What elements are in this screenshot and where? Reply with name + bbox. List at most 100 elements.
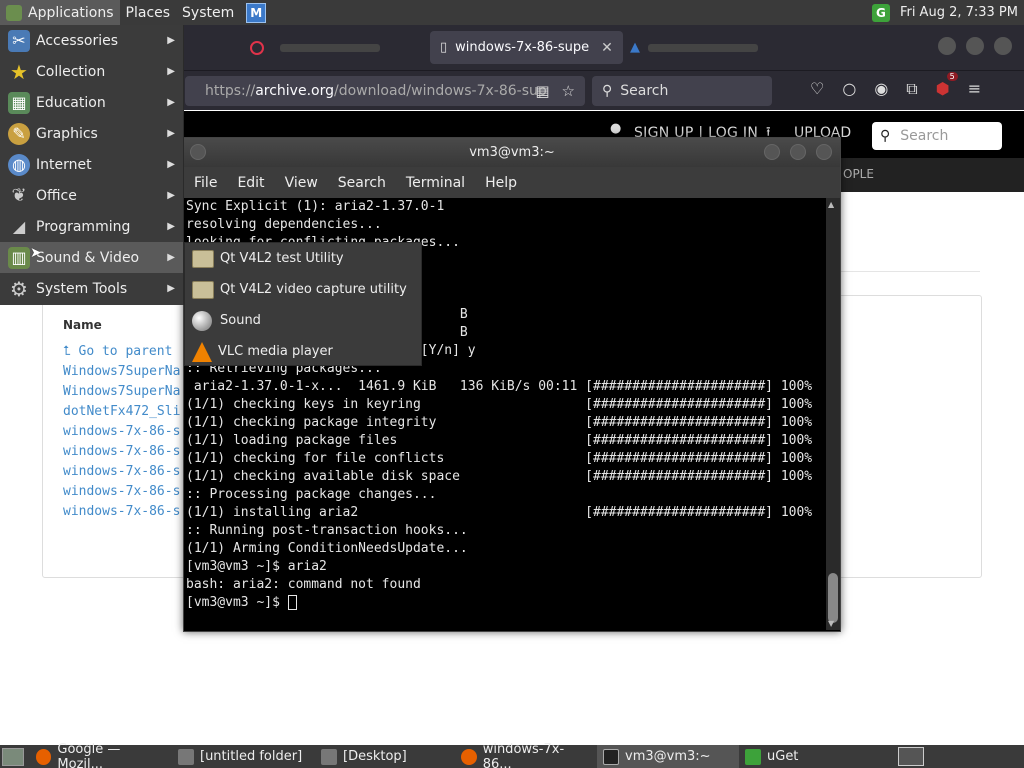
browser-tab-3[interactable]: ▲	[620, 31, 768, 64]
list-item[interactable]: windows-7x-86-s	[63, 462, 180, 482]
list-item[interactable]: dotNetFx472_Sli	[63, 402, 180, 422]
chevron-right-icon: ▶	[167, 190, 175, 201]
hamburger-menu-icon[interactable]: ≡	[968, 79, 981, 99]
menu-item-programming[interactable]: ◢ Programming ▶	[0, 211, 183, 242]
parent-link[interactable]: ⮤ Go to parent	[63, 342, 180, 362]
uget-tray-icon[interactable]: G	[871, 3, 890, 22]
list-item[interactable]: windows-7x-86-s	[63, 482, 180, 502]
terminal-icon	[603, 748, 619, 765]
terminal-line: [vm3@vm3 ~]$ aria2	[186, 559, 327, 574]
terminal-line: :: Processing package changes...	[186, 487, 437, 502]
tab-label: windows-7x-86-supe	[455, 40, 590, 55]
taskbar-item-desktop[interactable]: [Desktop]	[315, 745, 455, 768]
bottom-taskbar: Google — Mozil... [untitled folder] [Des…	[0, 741, 1024, 768]
scroll-up-arrow-icon[interactable]: ▲	[828, 200, 834, 209]
menu-item-accessories[interactable]: ✂ Accessories ▶	[0, 25, 183, 56]
browser-tab-1[interactable]	[240, 31, 390, 64]
maximize-button[interactable]	[790, 144, 806, 160]
bookmark-star-icon[interactable]: ☆	[562, 82, 575, 100]
archive-search-input[interactable]: ⚲ Search	[872, 122, 1002, 150]
divider	[840, 271, 980, 272]
menu-item-education[interactable]: ▦ Education ▶	[0, 87, 183, 118]
applications-menu-button[interactable]: Applications	[0, 0, 120, 25]
menu-search[interactable]: Search	[328, 175, 396, 191]
menu-item-sound[interactable]: Sound	[185, 305, 421, 336]
list-item[interactable]: Windows7SuperNa	[63, 362, 180, 382]
menu-file[interactable]: File	[184, 175, 227, 191]
pocket-icon[interactable]: ♡	[810, 79, 824, 99]
system-menu-button[interactable]: System	[176, 0, 240, 25]
close-button[interactable]	[816, 144, 832, 160]
menu-help[interactable]: Help	[475, 175, 527, 191]
terminal-prompt: [vm3@vm3 ~]$	[186, 595, 288, 610]
task-label: Google — Mozil...	[57, 741, 121, 768]
chevron-right-icon: ▶	[167, 252, 175, 263]
folder-icon	[321, 748, 337, 765]
task-label: [untitled folder]	[200, 749, 303, 764]
close-button[interactable]	[994, 37, 1012, 55]
list-item[interactable]: windows-7x-86-s	[63, 442, 180, 462]
scrollbar-thumb[interactable]	[828, 573, 838, 623]
menu-edit[interactable]: Edit	[227, 175, 274, 191]
account-icon[interactable]: ◉	[874, 79, 888, 99]
browser-tab-active[interactable]: ▯ windows-7x-86-supe ✕	[430, 31, 623, 64]
url-path: /download/windows-7x-86-sup	[334, 83, 547, 99]
firefox-icon	[36, 748, 52, 765]
circle-icon[interactable]: ○	[842, 79, 856, 99]
applications-menu: ✂ Accessories ▶ ★ Collection ▶ ▦ Educati…	[0, 25, 184, 305]
list-item[interactable]: windows-7x-86-s	[63, 422, 180, 442]
menu-item-graphics[interactable]: ✎ Graphics ▶	[0, 118, 183, 149]
menu-item-internet[interactable]: ◍ Internet ▶	[0, 149, 183, 180]
list-item[interactable]: Windows7SuperNa	[63, 382, 180, 402]
show-desktop-icon[interactable]	[2, 747, 24, 766]
vm-launcher-icon[interactable]: M	[246, 2, 267, 23]
reader-mode-icon[interactable]: ▤	[535, 82, 549, 100]
uget-icon	[745, 748, 761, 765]
minimize-button[interactable]	[938, 37, 956, 55]
terminal-scrollbar[interactable]: ▲ ▼	[826, 198, 840, 630]
terminal-line: resolving dependencies...	[186, 217, 382, 232]
sound-icon	[192, 310, 212, 331]
minimize-button[interactable]	[764, 144, 780, 160]
window-menu-button[interactable]	[190, 144, 206, 160]
menu-item-label: System Tools	[36, 280, 128, 297]
menu-item-collection[interactable]: ★ Collection ▶	[0, 56, 183, 87]
menu-item-office[interactable]: ❦ Office ▶	[0, 180, 183, 211]
url-bar[interactable]: https://archive.org/download/windows-7x-…	[185, 76, 585, 106]
menu-view[interactable]: View	[275, 175, 328, 191]
close-tab-icon[interactable]: ✕	[601, 40, 613, 56]
menu-item-label: Internet	[36, 156, 92, 173]
scroll-down-arrow-icon[interactable]: ▼	[828, 619, 834, 628]
terminal-titlebar[interactable]: vm3@vm3:~	[184, 138, 840, 167]
menu-item-sound-video[interactable]: ▥ Sound & Video ▶	[0, 242, 183, 273]
list-item[interactable]: windows-7x-86-s	[63, 502, 180, 522]
mate-foot-icon	[6, 4, 22, 21]
taskbar-item-untitled-folder[interactable]: [untitled folder]	[172, 745, 315, 768]
taskbar-item-terminal[interactable]: vm3@vm3:~	[597, 745, 739, 768]
menu-terminal[interactable]: Terminal	[396, 175, 475, 191]
clock[interactable]: Fri Aug 2, 7:33 PM	[900, 5, 1018, 20]
taskbar-item-google-firefox[interactable]: Google — Mozil...	[30, 741, 172, 768]
browser-search-box[interactable]: ⚲ Search	[592, 76, 772, 106]
qt-v4l2-icon	[192, 249, 214, 268]
ublock-icon[interactable]: ⬢ 5	[936, 72, 958, 99]
menu-item-system-tools[interactable]: ⚙ System Tools ▶	[0, 273, 183, 304]
places-menu-button[interactable]: Places	[120, 0, 177, 25]
maximize-button[interactable]	[966, 37, 984, 55]
terminal-menubar: File Edit View Search Terminal Help	[184, 167, 840, 198]
menu-item-vlc[interactable]: VLC media player	[185, 336, 421, 367]
listing-name-header[interactable]: Name	[63, 318, 102, 332]
sound-video-submenu: Qt V4L2 test Utility Qt V4L2 video captu…	[184, 242, 422, 366]
url-host: archive.org	[255, 83, 334, 99]
terminal-line: (1/1) checking keys in keyring [########…	[186, 397, 813, 412]
menu-item-qt-v4l2-capture[interactable]: Qt V4L2 video capture utility	[185, 274, 421, 305]
menu-item-qt-v4l2-test[interactable]: Qt V4L2 test Utility	[185, 243, 421, 274]
people-link[interactable]: OPLE	[843, 167, 874, 181]
workspace-switcher[interactable]	[898, 747, 924, 766]
terminal-window[interactable]: vm3@vm3:~ File Edit View Search Terminal…	[183, 137, 841, 632]
taskbar-item-uget[interactable]: uGet	[739, 745, 839, 768]
search-icon: ⚲	[602, 83, 613, 99]
extensions-icon[interactable]: ⧉	[906, 79, 917, 99]
system-label: System	[182, 4, 235, 21]
taskbar-item-windows-firefox[interactable]: windows-7x-86...	[455, 742, 597, 768]
